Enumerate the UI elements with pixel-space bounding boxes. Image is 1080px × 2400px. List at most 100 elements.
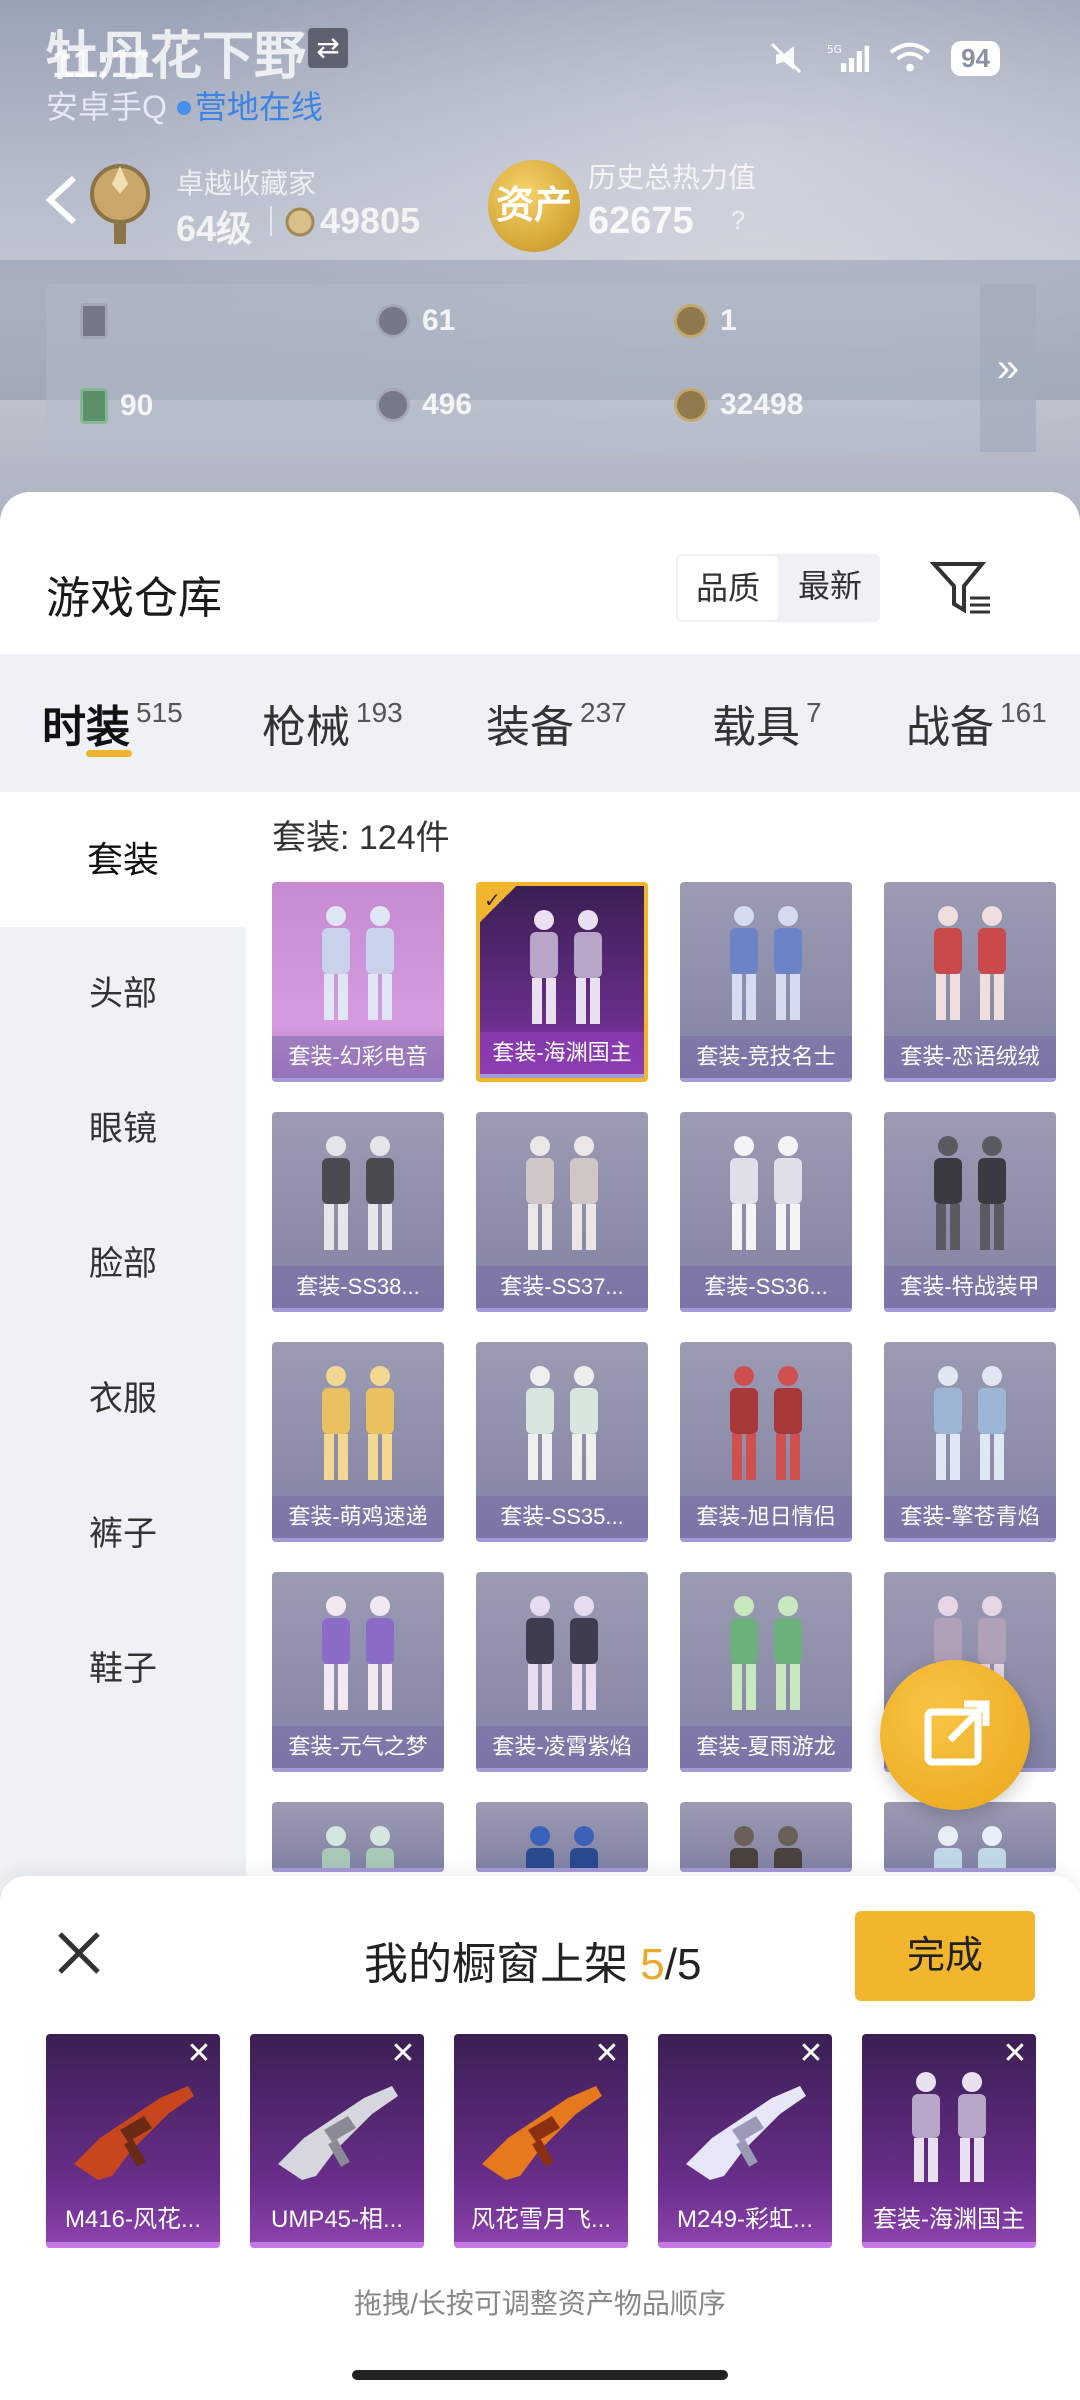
tab-count: 237 <box>580 697 627 728</box>
sidebar-item-shoes[interactable]: 鞋子 <box>0 1602 246 1737</box>
rarity-bar <box>272 1868 444 1872</box>
select-checkbox[interactable] <box>884 1112 920 1148</box>
remove-icon[interactable]: ✕ <box>1000 2039 1030 2070</box>
sidebar-item-suits[interactable]: 套装 <box>0 792 246 927</box>
select-checkbox[interactable] <box>884 1572 920 1608</box>
tab-count: 7 <box>806 697 822 728</box>
back-button[interactable] <box>40 170 84 230</box>
sidebar-item-head[interactable]: 头部 <box>0 927 246 1062</box>
stats-more-button[interactable]: » <box>980 284 1036 452</box>
stat-value: 61 <box>422 304 456 337</box>
wifi-icon <box>889 40 931 76</box>
help-icon[interactable]: ? <box>722 204 754 236</box>
profile-header: 11:11 5G 94 牡丹花下野 ⇄ 安卓手Q 营地在线 卓越收藏家 64级 4… <box>0 0 1080 520</box>
grid-item[interactable] <box>680 1802 852 1872</box>
home-indicator[interactable] <box>352 2370 728 2380</box>
select-checkbox[interactable] <box>884 882 920 918</box>
select-checkbox[interactable] <box>476 1112 512 1148</box>
outfit-thumbnail-icon <box>322 906 394 1020</box>
select-checkbox[interactable] <box>272 1112 308 1148</box>
network-label: 5G <box>827 44 842 56</box>
rarity-bar <box>680 1768 852 1772</box>
tab-guns[interactable]: 枪械 193 <box>262 654 403 792</box>
sidebar-item-pants[interactable]: 裤子 <box>0 1467 246 1602</box>
select-checkbox[interactable] <box>476 1572 512 1608</box>
tab-equipment[interactable]: 装备 237 <box>486 654 627 792</box>
grid-item[interactable]: 套装-元气之梦 <box>272 1572 444 1772</box>
grid-item[interactable]: 套装-旭日情侣 <box>680 1342 852 1542</box>
grid-item[interactable]: 套装-SS36... <box>680 1112 852 1312</box>
remove-icon[interactable]: ✕ <box>592 2039 622 2070</box>
stat-orb: 496 <box>376 388 472 422</box>
tab-count: 161 <box>1000 697 1047 728</box>
rarity-bar <box>680 1308 852 1312</box>
grid-item[interactable]: 套装-SS38... <box>272 1112 444 1312</box>
sidebar-item-clothes[interactable]: 衣服 <box>0 1332 246 1467</box>
select-checkbox[interactable] <box>476 1802 512 1838</box>
showcase-item[interactable]: ✕ UMP45-相... <box>250 2034 424 2248</box>
select-checkbox[interactable] <box>884 1342 920 1378</box>
showcase-item[interactable]: ✕ 套装-海渊国主 <box>862 2034 1036 2248</box>
select-checkbox[interactable] <box>680 882 716 918</box>
grid-item[interactable]: 套装-恋语绒绒 <box>884 882 1056 1082</box>
remove-icon[interactable]: ✕ <box>796 2039 826 2070</box>
select-checkbox[interactable] <box>680 1572 716 1608</box>
select-checkbox[interactable] <box>272 1342 308 1378</box>
grid-item[interactable]: 套装-特战装甲 <box>884 1112 1056 1312</box>
grid-count-label: 套装: 124件 <box>272 819 450 857</box>
showcase-item-label: 套装-海渊国主 <box>873 2206 1025 2233</box>
outfit-thumbnail-icon <box>530 910 602 1024</box>
rarity-bar <box>862 2242 1036 2248</box>
grid-item[interactable] <box>272 1802 444 1872</box>
remove-icon[interactable]: ✕ <box>184 2039 214 2070</box>
tab-count: 515 <box>136 697 183 728</box>
grid-item[interactable]: ✓ 套装-海渊国主 <box>476 882 648 1082</box>
battery-indicator: 94 <box>951 40 1000 76</box>
sidebar-item-face[interactable]: 脸部 <box>0 1197 246 1332</box>
share-button[interactable] <box>880 1660 1030 1810</box>
grid-item[interactable]: 套装-竞技名士 <box>680 882 852 1082</box>
grid-item[interactable]: 套装-夏雨游龙 <box>680 1572 852 1772</box>
rarity-bar <box>480 1074 644 1078</box>
outfit-thumbnail-icon <box>912 2072 986 2182</box>
sort-quality-button[interactable]: 品质 <box>678 556 778 620</box>
remove-icon[interactable]: ✕ <box>388 2039 418 2070</box>
outfit-thumbnail-icon <box>934 906 1006 1020</box>
grid-item[interactable]: 套装-SS37... <box>476 1112 648 1312</box>
select-checkbox[interactable] <box>272 1572 308 1608</box>
close-button[interactable] <box>54 1928 104 1978</box>
grid-item[interactable]: 套装-擎苍青焰 <box>884 1342 1056 1542</box>
grid-item[interactable]: 套装-SS35... <box>476 1342 648 1542</box>
outfit-thumbnail-icon <box>526 1366 598 1480</box>
grid-item-label: 套装-恋语绒绒 <box>884 1036 1056 1078</box>
sort-latest-button[interactable]: 最新 <box>780 554 880 622</box>
select-checkbox[interactable] <box>680 1342 716 1378</box>
select-checkbox[interactable] <box>476 1342 512 1378</box>
username: 牡丹花下野 <box>46 28 307 86</box>
select-checkbox[interactable] <box>680 1112 716 1148</box>
tab-vehicles[interactable]: 载具 7 <box>712 654 822 792</box>
select-checkbox[interactable] <box>272 882 308 918</box>
grid-item[interactable] <box>476 1802 648 1872</box>
select-checkbox[interactable] <box>272 1802 308 1838</box>
done-button[interactable]: 完成 <box>855 1911 1035 2001</box>
grid-item[interactable]: 套装-幻彩电音 <box>272 882 444 1082</box>
showcase-item[interactable]: ✕ M416-风花... <box>46 2034 220 2248</box>
tab-fashion[interactable]: 时装 515 <box>42 654 183 792</box>
grid-item-label: 套装-萌鸡速递 <box>272 1496 444 1538</box>
grid-item-label: 套装-SS35... <box>476 1496 648 1538</box>
grid-item[interactable]: 套装-凌霄紫焰 <box>476 1572 648 1772</box>
filter-icon[interactable] <box>929 558 994 618</box>
rarity-bar <box>884 1078 1056 1082</box>
rarity-bar <box>884 1538 1056 1542</box>
grid-item[interactable]: 套装-萌鸡速递 <box>272 1342 444 1542</box>
switch-account-icon[interactable]: ⇄ <box>308 28 348 68</box>
tab-battle-prep[interactable]: 战备 161 <box>906 654 1047 792</box>
showcase-item[interactable]: ✕ M249-彩虹... <box>658 2034 832 2248</box>
select-checkbox[interactable]: ✓ <box>480 886 516 922</box>
showcase-item[interactable]: ✕ 风花雪月飞... <box>454 2034 628 2248</box>
sidebar-item-glasses[interactable]: 眼镜 <box>0 1062 246 1197</box>
select-checkbox[interactable] <box>680 1802 716 1838</box>
showcase-panel: 我的橱窗上架 5/5 完成 ✕ M416-风花... ✕ UMP45-相... ✕ 风花雪… <box>0 1876 1080 2400</box>
grid-item[interactable] <box>884 1802 1056 1872</box>
